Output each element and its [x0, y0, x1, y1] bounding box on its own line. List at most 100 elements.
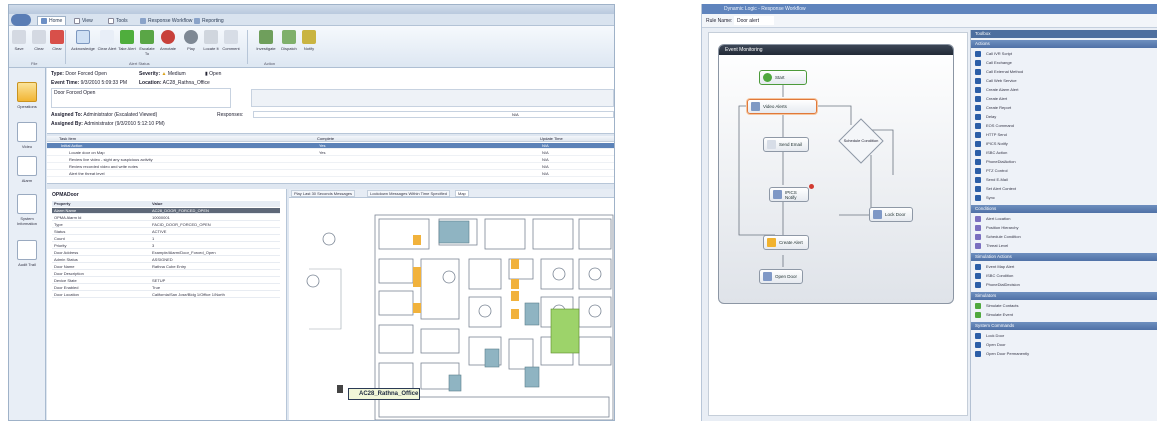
toolbox-item[interactable]: ISBC Condition — [975, 271, 1157, 280]
annotate-button[interactable]: Annotate — [157, 30, 179, 60]
acknowledge-button[interactable]: Acknowledge — [69, 30, 97, 60]
task-row[interactable]: Alert the threat level N/A — [47, 171, 614, 177]
nav-system-information[interactable]: System Information — [12, 194, 42, 226]
toolbox-item[interactable]: Create Report — [975, 103, 1157, 112]
nav-video[interactable]: Video — [12, 122, 42, 149]
door-location-label[interactable]: AC28_Rathna_Office — [348, 388, 420, 400]
nav-operations[interactable]: Operations — [12, 82, 42, 109]
tab-map[interactable]: Map — [455, 190, 469, 197]
investigate-button[interactable]: Investigate — [254, 30, 278, 60]
rule-name-input[interactable]: Door alert — [734, 16, 774, 25]
property-row[interactable]: Door Description — [52, 271, 280, 277]
toolbox-item[interactable]: Position Hierarchy — [975, 223, 1157, 232]
responses-field[interactable]: N/A — [253, 111, 614, 118]
toolbox-item[interactable]: HTTP Send — [975, 130, 1157, 139]
toolbox-item[interactable]: EOS Command — [975, 121, 1157, 130]
node-start[interactable]: Start — [759, 70, 807, 85]
toolbox-item[interactable]: Schedule Condition — [975, 232, 1157, 241]
property-row[interactable]: Count 1 — [52, 236, 280, 242]
play-button[interactable]: Play — [181, 30, 201, 60]
toolbox-section-header[interactable]: Simulation Actions — [971, 253, 1157, 261]
locate-button[interactable]: Locate It — [201, 30, 221, 60]
property-row[interactable]: OPMA Alarm Id 10000001 — [52, 215, 280, 221]
toolbox-section-header[interactable]: System Commands — [971, 322, 1157, 330]
close-button[interactable]: Clear — [47, 30, 67, 60]
node-open-door[interactable]: Open Door — [759, 269, 803, 284]
event-monitoring-card[interactable]: Event Monitoring Start Video Alerts Sche… — [718, 44, 954, 304]
ribbon-separator — [247, 30, 248, 64]
toolbox-item[interactable]: Simulate Event — [975, 310, 1157, 319]
take-alert-button[interactable]: Take Alert — [117, 30, 137, 60]
task-row[interactable]: Locate door on Map Yes N/A — [47, 150, 614, 156]
property-row[interactable]: Status ACTIVE — [52, 229, 280, 235]
toolbox-item[interactable]: Call Web Service — [975, 76, 1157, 85]
toolbox-item[interactable]: Send E-Mail — [975, 175, 1157, 184]
tab-view[interactable]: View — [71, 16, 96, 25]
property-row[interactable]: Alarm Name AC28_DOOR_FORCED_OPEN — [52, 208, 280, 214]
dispatch-button[interactable]: Dispatch — [279, 30, 299, 60]
toolbox-item[interactable]: Call IVR Script — [975, 49, 1157, 58]
toolbox-item[interactable]: IPICS Notify — [975, 139, 1157, 148]
tab-lockdown-messages[interactable]: Lockdown Messages Within Time Specified — [367, 190, 450, 197]
toolbox-item[interactable]: Simulate Contacts — [975, 301, 1157, 310]
toolbox-item[interactable]: Alert Location — [975, 214, 1157, 223]
property-row[interactable]: Admin Status ASSIGNED — [52, 257, 280, 263]
node-create-alert[interactable]: Create Alert — [763, 235, 809, 250]
app-menu-button[interactable] — [11, 14, 31, 26]
node-video-alerts[interactable]: Video Alerts — [747, 99, 817, 114]
property-row[interactable]: Door Location California/San Jose/Bldg 1/… — [52, 292, 280, 298]
toolbox-item[interactable]: PhoneDialDecision — [975, 280, 1157, 289]
tab-home[interactable]: Home — [37, 16, 67, 25]
tab-response-workflow[interactable]: Response Workflow — [137, 16, 195, 25]
nav-audit-trail[interactable]: Audit Trail — [12, 240, 42, 267]
property-row[interactable]: Priority 3 — [52, 243, 280, 249]
toolbox-item[interactable]: Create Alert — [975, 94, 1157, 103]
tab-tools[interactable]: Tools — [105, 16, 131, 25]
task-row[interactable]: Review live video - sight any suspicious… — [47, 157, 614, 163]
toolbox-item[interactable]: Set Alert Context — [975, 184, 1157, 193]
property-row[interactable]: Door Address Example/Alarm/Door_Forced_Op… — [52, 250, 280, 256]
tab-reporting[interactable]: Reporting — [191, 16, 227, 25]
property-row[interactable]: Device State SETUP — [52, 278, 280, 284]
task-row[interactable]: Initial Action Yes N/A — [47, 143, 614, 149]
tab-last-30-seconds[interactable]: Play Last 30 Seconds Messages — [291, 190, 356, 197]
property-row[interactable]: Door Enabled True — [52, 285, 280, 291]
comment-button[interactable]: Comment — [221, 30, 241, 60]
node-lock-door[interactable]: Lock Door — [869, 207, 913, 222]
notes-field[interactable] — [251, 89, 614, 107]
nav-alarm[interactable]: Alarm — [12, 156, 42, 183]
toolbox-item[interactable]: ISBC Action — [975, 148, 1157, 157]
door-marker[interactable] — [337, 385, 343, 393]
schedule-condition-label: Schedule Condition — [843, 138, 879, 143]
toolbox-section-header[interactable]: Simulators — [971, 292, 1157, 300]
toolbox-item[interactable]: Sync — [975, 193, 1157, 202]
task-row[interactable]: Review recorded video and write notes N/A — [47, 164, 614, 170]
escalate-button[interactable]: Escalate To — [137, 30, 157, 60]
toolbox-item[interactable]: Call Exchange — [975, 58, 1157, 67]
toolbox-item[interactable]: Open Door — [975, 340, 1157, 349]
toolbox-item[interactable]: PTZ Control — [975, 166, 1157, 175]
toolbox-item[interactable]: Open Door Permanently — [975, 349, 1157, 358]
property-row[interactable]: Type FACID_DOOR_FORCED_OPEN — [52, 222, 280, 228]
toolbox-item[interactable]: Create Alarm Alert — [975, 85, 1157, 94]
toolbox-item[interactable]: Event Map Alert — [975, 262, 1157, 271]
toolbox-item[interactable]: PhoneDialAction — [975, 157, 1157, 166]
toolbox-section-header[interactable]: Actions — [971, 40, 1157, 48]
node-ipics-notify[interactable]: IPICS Notify — [769, 187, 809, 202]
description-field[interactable]: Door Forced Open — [51, 88, 231, 108]
toolbox-section-header[interactable]: Conditions — [971, 205, 1157, 213]
clear-alert-button[interactable]: Clear Alert — [97, 30, 117, 60]
toolbox-item[interactable]: Threat Level — [975, 241, 1157, 250]
highlighted-room[interactable] — [550, 308, 580, 354]
clear-button[interactable]: Clear — [29, 30, 49, 60]
notify-button[interactable]: Notify — [299, 30, 319, 60]
node-send-email[interactable]: Send Email — [763, 137, 809, 152]
property-row[interactable]: Door Name Rathna Cube Entry — [52, 264, 280, 270]
condition-icon — [975, 233, 981, 240]
toolbox-item[interactable]: Lock Door — [975, 331, 1157, 340]
toolbox-item[interactable]: Delay — [975, 112, 1157, 121]
floor-plan[interactable] — [289, 199, 615, 421]
save-button[interactable]: Save — [9, 30, 29, 60]
action-icon — [975, 302, 981, 309]
toolbox-item[interactable]: Call External Method — [975, 67, 1157, 76]
